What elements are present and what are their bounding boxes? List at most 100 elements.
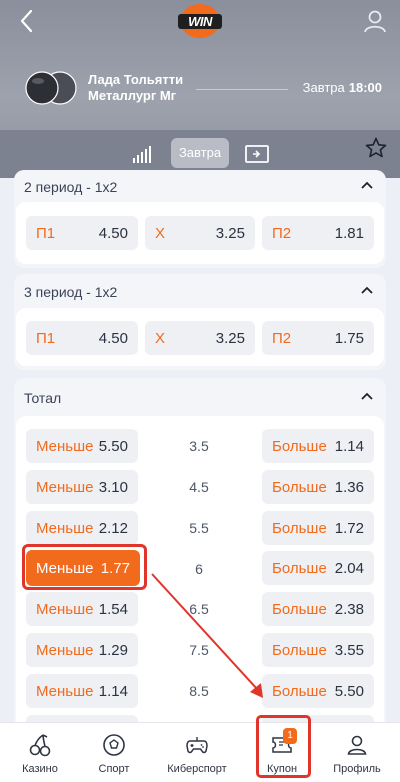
odd-value: 3.25 bbox=[215, 225, 245, 242]
team-home-name: Лада Тольятти bbox=[88, 72, 184, 87]
brand-logo[interactable]: WIN bbox=[178, 4, 222, 38]
odd-label: Меньше bbox=[36, 479, 94, 496]
total-under-button[interactable]: Меньше 1.14 bbox=[26, 674, 138, 708]
odd-label: Больше bbox=[272, 601, 327, 618]
odd-label: Больше bbox=[272, 438, 327, 455]
odd-label: П2 bbox=[272, 225, 292, 242]
total-line: 4.5 bbox=[189, 479, 209, 495]
odd-value: 3.10 bbox=[98, 479, 128, 496]
odd-label: П1 bbox=[36, 330, 56, 347]
team-names: Лада Тольятти Металлург Мг bbox=[88, 72, 183, 104]
market-title: Тотал bbox=[24, 390, 62, 406]
odd-value: 5.50 bbox=[334, 683, 364, 700]
odd-button[interactable]: П1 4.50 bbox=[26, 321, 138, 355]
coupon-highlight bbox=[256, 715, 311, 778]
market-period2: 2 период - 1х2 П1 4.50 Х 3.25 П2 1.81 bbox=[14, 170, 386, 268]
total-line: 6 bbox=[195, 561, 203, 577]
total-under-button[interactable]: Меньше 1.29 bbox=[26, 633, 138, 667]
odd-label: Х bbox=[155, 225, 166, 242]
chevron-up-icon[interactable] bbox=[360, 390, 374, 404]
odd-value: 1.14 bbox=[98, 683, 128, 700]
broadcast-icon[interactable] bbox=[244, 143, 270, 165]
odd-label: Х bbox=[155, 330, 166, 347]
odds-row: П1 4.50 Х 3.25 П2 1.81 bbox=[16, 202, 384, 264]
total-over-button[interactable]: Больше 2.04 bbox=[262, 551, 374, 585]
odd-value: 1.72 bbox=[334, 520, 364, 537]
odd-label: Меньше bbox=[36, 601, 94, 618]
total-line: 7.5 bbox=[189, 642, 209, 658]
team-away-name: Металлург Мг bbox=[88, 88, 177, 103]
odd-button[interactable]: П1 4.50 bbox=[26, 216, 138, 250]
favorite-star-icon[interactable] bbox=[364, 136, 388, 160]
cherries-icon bbox=[29, 734, 51, 757]
chevron-up-icon[interactable] bbox=[360, 179, 374, 193]
nav-item-casino[interactable]: Казино bbox=[0, 723, 80, 782]
gamepad-icon bbox=[186, 737, 208, 754]
market-title: 3 период - 1х2 bbox=[24, 284, 118, 300]
total-over-button[interactable]: Больше 3.55 bbox=[262, 633, 374, 667]
total-over-button[interactable]: Больше 1.14 bbox=[262, 429, 374, 463]
odd-button[interactable]: Х 3.25 bbox=[145, 216, 255, 250]
odd-label: Больше bbox=[272, 683, 327, 700]
odds-row: П1 4.50 Х 3.25 П2 1.75 bbox=[16, 308, 384, 366]
match-start-time: Завтра 18:00 bbox=[303, 80, 382, 96]
total-under-button[interactable]: Меньше 1.54 bbox=[26, 592, 138, 626]
total-under-button[interactable]: Меньше 2.12 bbox=[26, 511, 138, 545]
total-line: 6.5 bbox=[189, 601, 209, 617]
odd-value: 4.50 bbox=[98, 330, 128, 347]
stats-bars-icon[interactable] bbox=[132, 144, 154, 164]
odd-value: 2.04 bbox=[334, 560, 364, 577]
odd-label: П1 bbox=[36, 225, 56, 242]
odd-label: Больше bbox=[272, 642, 327, 659]
odd-value: 3.55 bbox=[334, 642, 364, 659]
odd-value: 4.50 bbox=[98, 225, 128, 242]
match-time-value: 18:00 bbox=[348, 80, 382, 95]
odd-value: 2.12 bbox=[98, 520, 128, 537]
total-line: 5.5 bbox=[189, 520, 209, 536]
odd-value: 1.75 bbox=[334, 330, 364, 347]
match-header: WIN Лада Тольятти Металлург Мг Завтра 18:… bbox=[0, 0, 400, 178]
nav-label: Профиль bbox=[333, 763, 381, 775]
total-over-button[interactable]: Больше 1.72 bbox=[262, 511, 374, 545]
odd-label: Меньше bbox=[36, 642, 94, 659]
odd-label: Больше bbox=[272, 520, 327, 537]
ball-icon bbox=[103, 734, 125, 756]
odd-label: Меньше bbox=[36, 438, 94, 455]
back-arrow-icon[interactable] bbox=[16, 8, 40, 34]
team-logos bbox=[25, 71, 77, 105]
nav-label: Казино bbox=[22, 763, 58, 775]
total-over-button[interactable]: Больше 1.36 bbox=[262, 470, 374, 504]
odd-label: П2 bbox=[272, 330, 292, 347]
total-line: 8.5 bbox=[189, 683, 209, 699]
tab-zavtra[interactable]: Завтра bbox=[171, 138, 229, 168]
brand-logo-text: WIN bbox=[188, 14, 212, 29]
nav-label: Спорт bbox=[98, 763, 130, 775]
bottom-navigation: Казино Спорт Киберспорт Купон Профиль bbox=[0, 722, 400, 782]
odd-label: Больше bbox=[272, 560, 327, 577]
total-over-button[interactable]: Больше 5.50 bbox=[262, 674, 374, 708]
nav-item-profile[interactable]: Профиль bbox=[317, 723, 397, 782]
match-date: Завтра bbox=[302, 80, 345, 95]
odd-label: Меньше bbox=[36, 683, 94, 700]
total-line: 3.5 bbox=[189, 438, 209, 454]
odd-button[interactable]: П2 1.75 bbox=[262, 321, 374, 355]
total-under-button[interactable]: Меньше 5.50 bbox=[26, 429, 138, 463]
odd-value: 2.38 bbox=[334, 601, 364, 618]
user-icon[interactable] bbox=[362, 8, 388, 34]
header-divider bbox=[196, 89, 288, 90]
odd-button[interactable]: П2 1.81 bbox=[262, 216, 374, 250]
odd-value: 5.50 bbox=[98, 438, 128, 455]
nav-item-esports[interactable]: Киберспорт bbox=[157, 723, 237, 782]
total-under-button[interactable]: Меньше 3.10 bbox=[26, 470, 138, 504]
odd-value: 1.54 bbox=[98, 601, 128, 618]
nav-item-sport[interactable]: Спорт bbox=[74, 723, 154, 782]
odd-button[interactable]: Х 3.25 bbox=[145, 321, 255, 355]
chevron-up-icon[interactable] bbox=[360, 284, 374, 298]
odd-label: Меньше bbox=[36, 520, 94, 537]
market-period3: 3 период - 1х2 П1 4.50 Х 3.25 П2 1.75 bbox=[14, 274, 386, 370]
selection-highlight bbox=[22, 544, 147, 590]
market-title: 2 период - 1х2 bbox=[24, 179, 118, 195]
odd-value: 1.81 bbox=[334, 225, 364, 242]
total-over-button[interactable]: Больше 2.38 bbox=[262, 592, 374, 626]
odd-value: 3.25 bbox=[215, 330, 245, 347]
